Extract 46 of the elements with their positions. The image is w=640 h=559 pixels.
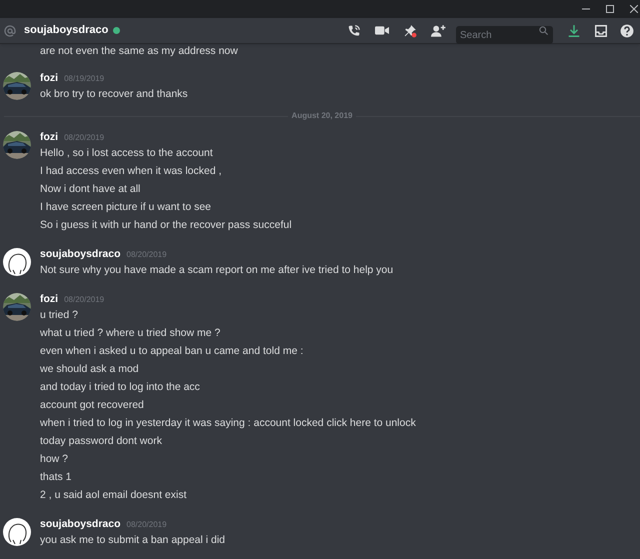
message-text: how ? [40, 452, 70, 467]
close-icon[interactable] [630, 5, 638, 13]
avatar-drawing [3, 518, 31, 546]
message-text: we should ask a mod [40, 362, 140, 377]
message-text: u tried ? [40, 308, 79, 323]
message-text: you ask me to submit a ban appeal i did [40, 533, 226, 548]
message-text: I had access even when it was locked , [40, 164, 223, 179]
timestamp: 08/20/2019 [64, 132, 104, 144]
username: fozi [40, 130, 58, 145]
message-text: even when i asked u to appeal ban u came and told me : [40, 344, 304, 359]
pin-icon[interactable] [403, 24, 417, 38]
download-icon[interactable] [567, 24, 581, 38]
channel-title: soujaboysdraco [24, 23, 108, 38]
message-text: and today i tried to log into the acc [40, 380, 201, 395]
message-text: when i tried to log in yesterday it was saying : account locked click here to unlock [40, 416, 416, 431]
add-person-icon[interactable] [431, 24, 446, 38]
timestamp: 08/20/2019 [126, 519, 167, 531]
message-text: 2 , u said aol email doesnt exist [40, 488, 188, 503]
message-text: account got recovered [40, 398, 145, 413]
timestamp: 08/20/2019 [64, 294, 104, 306]
username: fozi [40, 71, 58, 86]
message-text: what u tried ? where u tried show me ? [40, 326, 222, 341]
phone-icon[interactable] [347, 24, 361, 38]
username: fozi [40, 292, 58, 307]
search-field[interactable]: Search [456, 26, 553, 44]
message-text: So i guess it with ur hand or the recover pass succeful [40, 218, 292, 233]
message-text: today password dont work [40, 434, 163, 449]
timestamp: 08/19/2019 [64, 73, 104, 85]
message-text: Now i dont have at all [40, 182, 142, 197]
message-text: Not sure why you have made a scam report on me after ive tried to help you [40, 263, 394, 278]
help-icon[interactable] [620, 24, 634, 38]
username: soujaboysdraco [40, 247, 121, 262]
message-text: are not even the same as my address now [40, 44, 239, 58]
avatar-drawing [3, 248, 31, 276]
search-icon [539, 26, 548, 35]
username: soujaboysdraco [40, 517, 121, 532]
message-text: thats 1 [40, 470, 73, 485]
at-sign-icon [4, 24, 16, 36]
maximize-icon[interactable] [606, 5, 614, 13]
message-text: I have screen picture if u want to see [40, 200, 212, 215]
video-camera-icon[interactable] [375, 25, 389, 36]
message-text: Hello , so i lost access to the account [40, 146, 214, 161]
message-text: ok bro try to recover and thanks [40, 87, 188, 102]
inbox-icon[interactable] [594, 24, 608, 38]
timestamp: 08/20/2019 [126, 249, 167, 261]
date-divider: August 20, 2019 [290, 110, 354, 122]
